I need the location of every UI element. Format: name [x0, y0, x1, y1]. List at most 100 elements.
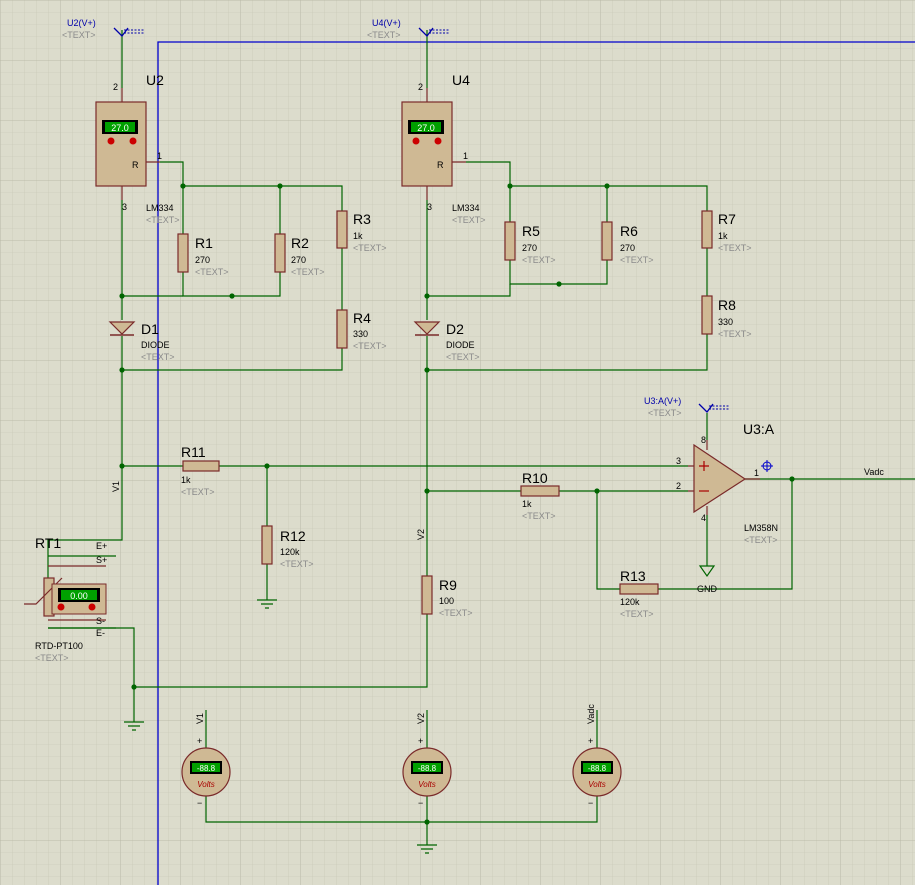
u4-part: LM334	[452, 203, 480, 213]
voltmeter-v1-probe: V1	[195, 713, 205, 724]
u4-pin-2: 2	[418, 82, 423, 92]
u4-r-label: R	[437, 160, 444, 170]
r7-name: R7	[718, 211, 736, 227]
rtd-name: RT1	[35, 535, 61, 551]
r3-text: <TEXT>	[353, 243, 387, 253]
r13-value: 120k	[620, 597, 640, 607]
svg-text:+: +	[588, 736, 593, 746]
voltmeter-v2-display: -88.8	[418, 764, 437, 773]
u4-pin-1: 1	[463, 151, 468, 161]
r3-value: 1k	[353, 231, 363, 241]
opamp-part: LM358N	[744, 523, 778, 533]
r4-text: <TEXT>	[353, 341, 387, 351]
voltmeter-v1-display: -88.8	[197, 764, 216, 773]
opamp-pin-2: 2	[676, 481, 681, 491]
net-label-v1: V1	[111, 481, 121, 492]
r11-text: <TEXT>	[181, 487, 215, 497]
r8-text: <TEXT>	[718, 329, 752, 339]
r2-value: 270	[291, 255, 306, 265]
net-label-v2: V2	[416, 529, 426, 540]
u4-text: <TEXT>	[452, 215, 486, 225]
r6-text: <TEXT>	[620, 255, 654, 265]
r13-name: R13	[620, 568, 646, 584]
supply-u3a-label: U3:A(V+)	[644, 396, 681, 406]
u4-name: U4	[452, 72, 470, 88]
rtd-pin-sminus: S-	[96, 616, 105, 626]
opamp-name: U3:A	[743, 421, 775, 437]
d2-text: <TEXT>	[446, 352, 480, 362]
r11-name: R11	[181, 444, 206, 460]
r2-text: <TEXT>	[291, 267, 325, 277]
rtd-text: <TEXT>	[35, 653, 69, 663]
u2-pin-1: 1	[157, 151, 162, 161]
r7-value: 1k	[718, 231, 728, 241]
r9-value: 100	[439, 596, 454, 606]
voltmeter-vadc-probe: Vadc	[586, 704, 596, 724]
voltmeter-v2-unit: Volts	[418, 780, 436, 789]
schematic-canvas[interactable]: U2(V+) <TEXT> U4(V+) <TEXT> U3:A(V+) <TE…	[0, 0, 915, 885]
voltmeter-v1-unit: Volts	[197, 780, 215, 789]
r8-value: 330	[718, 317, 733, 327]
net-label-gnd: GND	[697, 584, 718, 594]
supply-u4-label: U4(V+)	[372, 18, 401, 28]
u2-r-label: R	[132, 160, 139, 170]
supply-u3a-text: <TEXT>	[648, 408, 682, 418]
voltmeter-vadc-unit: Volts	[588, 780, 606, 789]
svg-text:+: +	[197, 736, 202, 746]
r9-name: R9	[439, 577, 457, 593]
r4-value: 330	[353, 329, 368, 339]
svg-text:−: −	[197, 798, 202, 808]
rtd-part: RTD-PT100	[35, 641, 83, 651]
opamp-pin-4: 4	[701, 513, 706, 523]
r5-text: <TEXT>	[522, 255, 556, 265]
r2-name: R2	[291, 235, 309, 251]
r8-name: R8	[718, 297, 736, 313]
r10-value: 1k	[522, 499, 532, 509]
net-label-vadc: Vadc	[864, 467, 884, 477]
u2-part: LM334	[146, 203, 174, 213]
u4-pin-3: 3	[427, 202, 432, 212]
r7-text: <TEXT>	[718, 243, 752, 253]
d1-name: D1	[141, 321, 159, 337]
u4-display: 27.0	[417, 123, 435, 133]
opamp-pin-8: 8	[701, 435, 706, 445]
r13-text: <TEXT>	[620, 609, 654, 619]
opamp-text: <TEXT>	[744, 535, 778, 545]
r12-text: <TEXT>	[280, 559, 314, 569]
opamp-pin-3: 3	[676, 456, 681, 466]
u2-display: 27.0	[111, 123, 129, 133]
u2-pin-2: 2	[113, 82, 118, 92]
r1-name: R1	[195, 235, 213, 251]
u2-text: <TEXT>	[146, 215, 180, 225]
r6-value: 270	[620, 243, 635, 253]
d2-name: D2	[446, 321, 464, 337]
r5-name: R5	[522, 223, 540, 239]
voltmeter-v2-probe: V2	[416, 713, 426, 724]
d2-part: DIODE	[446, 340, 475, 350]
r4-name: R4	[353, 310, 371, 326]
supply-u2-text: <TEXT>	[62, 30, 96, 40]
r12-value: 120k	[280, 547, 300, 557]
rtd-pin-eminus: E-	[96, 628, 105, 638]
rtd-pin-splus: S+	[96, 555, 107, 565]
d1-text: <TEXT>	[141, 352, 175, 362]
r6-name: R6	[620, 223, 638, 239]
r1-value: 270	[195, 255, 210, 265]
r1-text: <TEXT>	[195, 267, 229, 277]
opamp-pin-1: 1	[754, 468, 759, 478]
supply-u2-label: U2(V+)	[67, 18, 96, 28]
r10-name: R10	[522, 470, 548, 486]
r12-name: R12	[280, 528, 306, 544]
r9-text: <TEXT>	[439, 608, 473, 618]
u2-name: U2	[146, 72, 164, 88]
supply-u4-text: <TEXT>	[367, 30, 401, 40]
svg-text:−: −	[588, 798, 593, 808]
d1-part: DIODE	[141, 340, 170, 350]
voltmeter-vadc-display: -88.8	[588, 764, 607, 773]
r3-name: R3	[353, 211, 371, 227]
rtd-display: 0.00	[70, 591, 88, 601]
svg-text:−: −	[418, 798, 423, 808]
r5-value: 270	[522, 243, 537, 253]
svg-text:+: +	[418, 736, 423, 746]
r11-value: 1k	[181, 475, 191, 485]
